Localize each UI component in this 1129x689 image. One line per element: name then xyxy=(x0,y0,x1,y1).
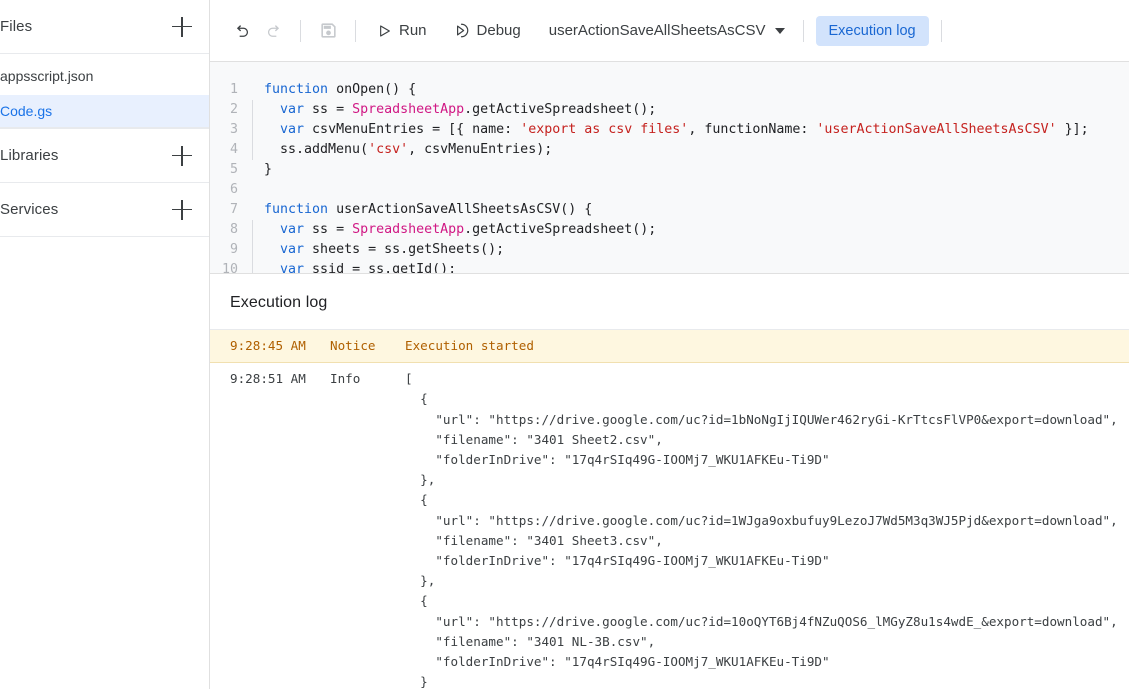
run-label: Run xyxy=(399,22,427,39)
right-column: Run Debug userActionSaveAllSheetsAsCSV E… xyxy=(210,0,1129,689)
line-number: 4 xyxy=(229,142,238,157)
run-button[interactable]: Run xyxy=(368,17,435,44)
code-line-text: var ss = SpreadsheetApp.getActiveSpreads… xyxy=(252,220,656,240)
apps-script-editor-window: Files appsscript.json Code.gs Libraries … xyxy=(0,0,1129,689)
file-item-code-gs[interactable]: Code.gs xyxy=(0,95,209,128)
file-item-appsscript-json[interactable]: appsscript.json xyxy=(0,60,209,93)
line-number: 5 xyxy=(229,162,238,177)
redo-button[interactable] xyxy=(258,16,288,46)
code-line-text: var ssid = ss.getId(); xyxy=(252,260,456,273)
log-row-time: 9:28:45 AM xyxy=(230,338,306,353)
redo-icon xyxy=(268,24,280,37)
toolbar-divider-3 xyxy=(802,19,804,42)
code-line: 10 var ssid = ss.getId(); xyxy=(210,260,1129,274)
line-number: 8 xyxy=(229,222,238,237)
add-service-button[interactable] xyxy=(169,197,195,223)
log-row-level: Info xyxy=(330,371,361,387)
function-selector[interactable]: userActionSaveAllSheetsAsCSV xyxy=(543,17,791,44)
line-number: 1 xyxy=(229,82,238,97)
code-line: 4 ss.addMenu('csv', csvMenuEntries); xyxy=(210,140,1129,160)
add-library-button[interactable] xyxy=(169,143,195,169)
line-number: 10 xyxy=(221,262,238,274)
file-item-label: Code.gs xyxy=(0,103,53,119)
debug-button[interactable]: Debug xyxy=(445,17,529,44)
code-line-text: } xyxy=(264,162,273,177)
file-list: appsscript.json Code.gs xyxy=(0,54,209,129)
log-row-level: Notice xyxy=(330,338,376,353)
add-file-button[interactable] xyxy=(169,14,195,40)
sidebar-section-files: Files xyxy=(0,0,209,54)
sidebar-section-services: Services xyxy=(0,183,209,237)
log-row-message: Execution started xyxy=(405,338,534,353)
execution-log-panel: Execution log 9:28:45 AM Notice Execution … xyxy=(210,274,1129,689)
line-number: 2 xyxy=(229,102,238,117)
code-line-text: function onOpen() { xyxy=(264,82,417,97)
line-number: 6 xyxy=(229,182,238,197)
undo-button[interactable] xyxy=(228,16,258,46)
sidebar-section-title-files: Files xyxy=(0,18,33,35)
function-selector-label: userActionSaveAllSheetsAsCSV xyxy=(548,22,766,39)
play-icon xyxy=(380,24,390,37)
sidebar-section-libraries: Libraries xyxy=(0,129,209,183)
code-line: 2 var ss = SpreadsheetApp.getActiveSprea… xyxy=(210,100,1129,120)
log-row: 9:28:45 AM Notice Execution started xyxy=(210,330,1129,364)
code-line: 5} xyxy=(210,160,1129,180)
debug-label: Debug xyxy=(476,22,521,39)
sidebar-empty-area xyxy=(0,237,209,689)
log-row: 9:28:51 AM Info [ { "url": "https://drive.… xyxy=(210,363,1129,689)
execution-log-rows: 9:28:45 AM Notice Execution started 9:28:51… xyxy=(210,330,1129,689)
code-line-text: function userActionSaveAllSheetsAsCSV() … xyxy=(264,202,593,217)
toolbar: Run Debug userActionSaveAllSheetsAsCSV E… xyxy=(210,0,1129,62)
code-line: 7 function userActionSaveAllSheetsAsCSV()… xyxy=(210,200,1129,220)
code-line-text: var ss = SpreadsheetApp.getActiveSpreads… xyxy=(252,100,656,120)
code-line-text: var csvMenuEntries = [{ name: 'export as… xyxy=(252,120,1089,140)
execution-log-title: Execution log xyxy=(210,274,1129,330)
code-line-text: ss.addMenu('csv', csvMenuEntries); xyxy=(252,140,552,160)
code-line: 8 var ss = SpreadsheetApp.getActiveSprea… xyxy=(210,220,1129,240)
chevron-down-icon xyxy=(774,27,785,34)
file-item-label: appsscript.json xyxy=(0,68,94,84)
code-line: 6 xyxy=(210,180,1129,200)
log-row-message: [ { "url": "https://drive.google.com/uc?… xyxy=(405,371,1118,689)
log-row-time: 9:28:51 AM xyxy=(230,371,306,387)
code-editor[interactable]: 1 function onOpen() { 2 var ss = Spreadshe… xyxy=(210,62,1129,274)
sidebar: Files appsscript.json Code.gs Libraries … xyxy=(0,0,210,689)
line-number: 3 xyxy=(229,122,238,137)
code-line: 3 var csvMenuEntries = [{ name: 'export … xyxy=(210,120,1129,140)
undo-icon xyxy=(236,24,248,37)
execution-log-button[interactable]: Execution log xyxy=(815,15,929,46)
toolbar-divider-4 xyxy=(940,19,942,42)
code-line: 1 function onOpen() { xyxy=(210,80,1129,100)
main-split: Files appsscript.json Code.gs Libraries … xyxy=(0,0,1129,689)
debug-icon xyxy=(456,23,468,38)
line-number: 9 xyxy=(229,242,238,257)
code-line-text: var sheets = ss.getSheets(); xyxy=(252,240,504,260)
sidebar-section-title-libraries: Libraries xyxy=(0,147,59,164)
toolbar-divider-2 xyxy=(355,19,356,42)
toolbar-divider-1 xyxy=(300,19,301,42)
sidebar-section-title-services: Services xyxy=(0,201,59,218)
code-line: 9 var sheets = ss.getSheets(); xyxy=(210,240,1129,260)
save-button[interactable] xyxy=(313,16,343,46)
save-icon xyxy=(320,23,336,38)
line-number: 7 xyxy=(229,202,238,217)
code-editor-body: 1 function onOpen() { 2 var ss = Spreadshe… xyxy=(210,80,1129,274)
